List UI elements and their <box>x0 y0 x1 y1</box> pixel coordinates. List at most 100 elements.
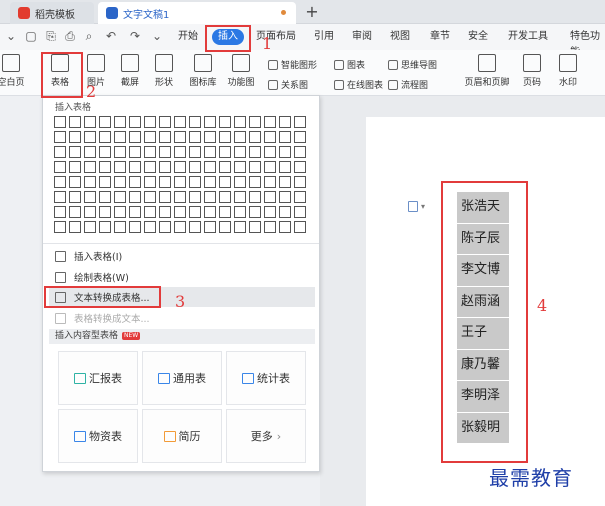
table-grid-cell[interactable] <box>219 146 231 158</box>
table-grid-cell[interactable] <box>279 191 291 203</box>
new-tab-plus-icon[interactable]: + <box>305 2 319 22</box>
card-report-table[interactable]: 汇报表 <box>58 351 138 405</box>
table-grid-cell[interactable] <box>234 146 246 158</box>
table-grid-cell[interactable] <box>219 191 231 203</box>
tab-document-1[interactable]: 文字文稿1 <box>98 2 296 24</box>
table-grid-cell[interactable] <box>99 206 111 218</box>
table-grid-cell[interactable] <box>129 206 141 218</box>
table-grid-cell[interactable] <box>174 191 186 203</box>
table-grid-cell[interactable] <box>99 131 111 143</box>
chart-button[interactable]: 图表 <box>334 58 365 71</box>
table-grid-cell[interactable] <box>99 116 111 128</box>
table-grid-cell[interactable] <box>54 221 66 233</box>
table-grid-cell[interactable] <box>84 116 96 128</box>
table-grid-cell[interactable] <box>234 131 246 143</box>
function-chart-button[interactable]: 功能图 <box>224 54 258 88</box>
table-grid-cell[interactable] <box>249 116 261 128</box>
table-grid-cell[interactable] <box>264 191 276 203</box>
table-grid-cell[interactable] <box>264 116 276 128</box>
table-grid-cell[interactable] <box>234 176 246 188</box>
table-grid-cell[interactable] <box>159 206 171 218</box>
table-grid-cell[interactable] <box>189 191 201 203</box>
table-grid-cell[interactable] <box>174 131 186 143</box>
table-grid-cell[interactable] <box>99 221 111 233</box>
table-grid-cell[interactable] <box>189 161 201 173</box>
menu-home[interactable]: 开始 <box>178 29 198 45</box>
insert-table-item[interactable]: 插入表格(I) <box>49 246 315 266</box>
table-grid-cell[interactable] <box>129 221 141 233</box>
menu-view[interactable]: 视图 <box>390 29 410 45</box>
watermark-button[interactable]: 水印 <box>552 54 584 88</box>
table-grid-cell[interactable] <box>84 206 96 218</box>
table-grid-cell[interactable] <box>144 221 156 233</box>
table-grid-cell[interactable] <box>69 116 81 128</box>
online-chart-button[interactable]: 在线图表 <box>334 78 383 91</box>
table-grid-cell[interactable] <box>219 131 231 143</box>
table-grid-cell[interactable] <box>219 221 231 233</box>
table-grid-cell[interactable] <box>204 176 216 188</box>
table-grid-cell[interactable] <box>279 116 291 128</box>
table-grid-cell[interactable] <box>264 131 276 143</box>
table-grid-cell[interactable] <box>114 191 126 203</box>
table-grid-cell[interactable] <box>294 221 306 233</box>
save-icon[interactable]: ▢ <box>24 29 38 43</box>
table-grid-cell[interactable] <box>204 221 216 233</box>
table-grid-cell[interactable] <box>114 161 126 173</box>
customize-chevron-icon[interactable]: ⌄ <box>150 29 164 43</box>
table-grid-cell[interactable] <box>189 146 201 158</box>
menu-developer[interactable]: 开发工具 <box>508 29 548 45</box>
table-grid-cell[interactable] <box>159 176 171 188</box>
table-grid-cell[interactable] <box>204 131 216 143</box>
table-grid-cell[interactable] <box>279 161 291 173</box>
menu-review[interactable]: 审阅 <box>352 29 372 45</box>
table-grid-cell[interactable] <box>129 161 141 173</box>
paragraph-layout-icon[interactable] <box>408 201 418 212</box>
table-grid-cell[interactable] <box>294 161 306 173</box>
relation-chart-button[interactable]: 关系图 <box>268 78 308 91</box>
table-grid-cell[interactable] <box>249 146 261 158</box>
table-grid-cell[interactable] <box>129 116 141 128</box>
card-more[interactable]: 更多 › <box>226 409 306 463</box>
chevron-down-icon[interactable]: ▾ <box>421 202 425 211</box>
table-grid-cell[interactable] <box>54 206 66 218</box>
table-grid-cell[interactable] <box>114 206 126 218</box>
table-grid-cell[interactable] <box>204 191 216 203</box>
table-grid-cell[interactable] <box>159 191 171 203</box>
shapes-button[interactable]: 形状 <box>148 54 180 88</box>
redo-icon[interactable]: ↷ <box>128 29 142 43</box>
flowchart-button[interactable]: 流程图 <box>388 78 428 91</box>
chevron-down-icon[interactable]: ⌄ <box>4 29 18 43</box>
table-grid-cell[interactable] <box>54 191 66 203</box>
table-grid-cell[interactable] <box>174 116 186 128</box>
table-grid-cell[interactable] <box>129 191 141 203</box>
table-grid-cell[interactable] <box>84 221 96 233</box>
table-grid-cell[interactable] <box>99 191 111 203</box>
table-grid-cell[interactable] <box>159 221 171 233</box>
card-materials-table[interactable]: 物资表 <box>58 409 138 463</box>
table-grid-cell[interactable] <box>249 131 261 143</box>
table-grid-cell[interactable] <box>69 176 81 188</box>
table-grid-cell[interactable] <box>234 191 246 203</box>
table-grid-cell[interactable] <box>144 161 156 173</box>
table-grid-cell[interactable] <box>54 176 66 188</box>
table-grid-cell[interactable] <box>174 221 186 233</box>
table-grid-cell[interactable] <box>294 191 306 203</box>
table-grid-cell[interactable] <box>264 221 276 233</box>
table-grid-cell[interactable] <box>54 131 66 143</box>
table-grid-cell[interactable] <box>144 191 156 203</box>
table-grid-cell[interactable] <box>69 146 81 158</box>
table-grid-cell[interactable] <box>144 116 156 128</box>
table-grid-cell[interactable] <box>279 146 291 158</box>
table-grid-cell[interactable] <box>204 146 216 158</box>
card-statistics-table[interactable]: 统计表 <box>226 351 306 405</box>
table-grid-cell[interactable] <box>114 176 126 188</box>
table-grid-cell[interactable] <box>219 161 231 173</box>
table-grid-cell[interactable] <box>234 116 246 128</box>
table-grid-cell[interactable] <box>279 221 291 233</box>
table-grid-cell[interactable] <box>69 161 81 173</box>
mind-map-button[interactable]: 思维导图 <box>388 58 437 71</box>
table-grid-cell[interactable] <box>144 131 156 143</box>
table-grid-cell[interactable] <box>294 116 306 128</box>
table-grid-cell[interactable] <box>249 206 261 218</box>
table-grid-cell[interactable] <box>189 131 201 143</box>
